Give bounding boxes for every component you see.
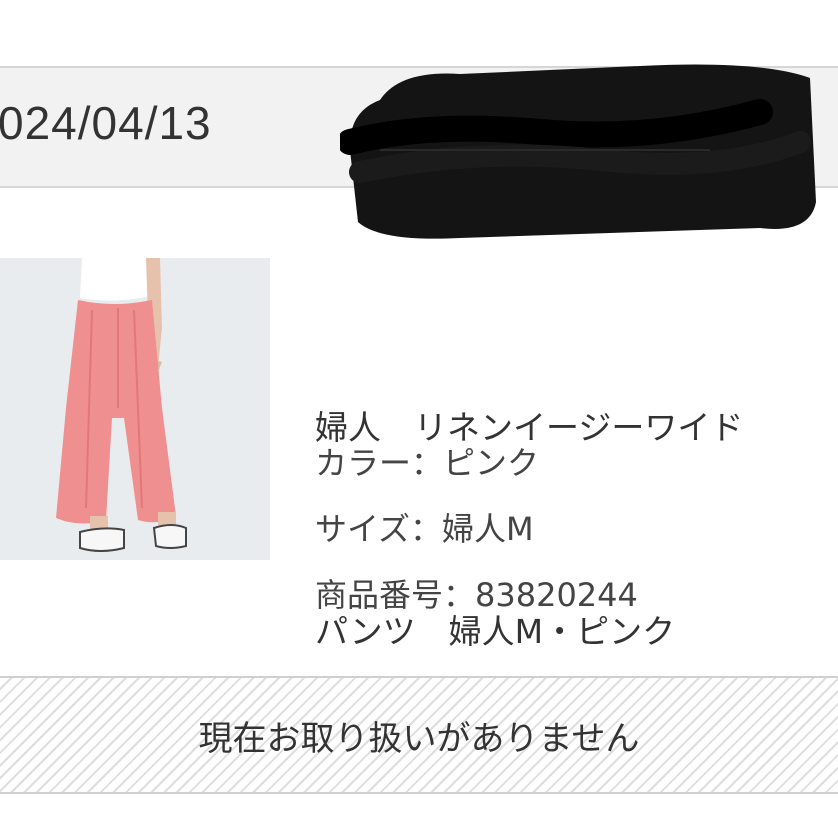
order-date: 024/04/13 bbox=[0, 97, 212, 149]
unavailable-notice-text: 現在お取り扱いがありません bbox=[198, 718, 640, 759]
product-code: 商品番号：83820244 bbox=[315, 576, 638, 614]
pink-wide-pants-photo-icon bbox=[0, 258, 270, 560]
product-title[interactable]: 婦人 リネンイージーワイド パンツ 婦人M・ピンク bbox=[315, 258, 835, 734]
product-size: サイズ：婦人M bbox=[315, 510, 534, 548]
redaction-scribble bbox=[340, 64, 816, 239]
product-image[interactable] bbox=[0, 258, 270, 560]
product-color: カラー：ピンク bbox=[315, 444, 540, 482]
unavailable-notice-bar: 現在お取り扱いがありません bbox=[0, 676, 838, 794]
